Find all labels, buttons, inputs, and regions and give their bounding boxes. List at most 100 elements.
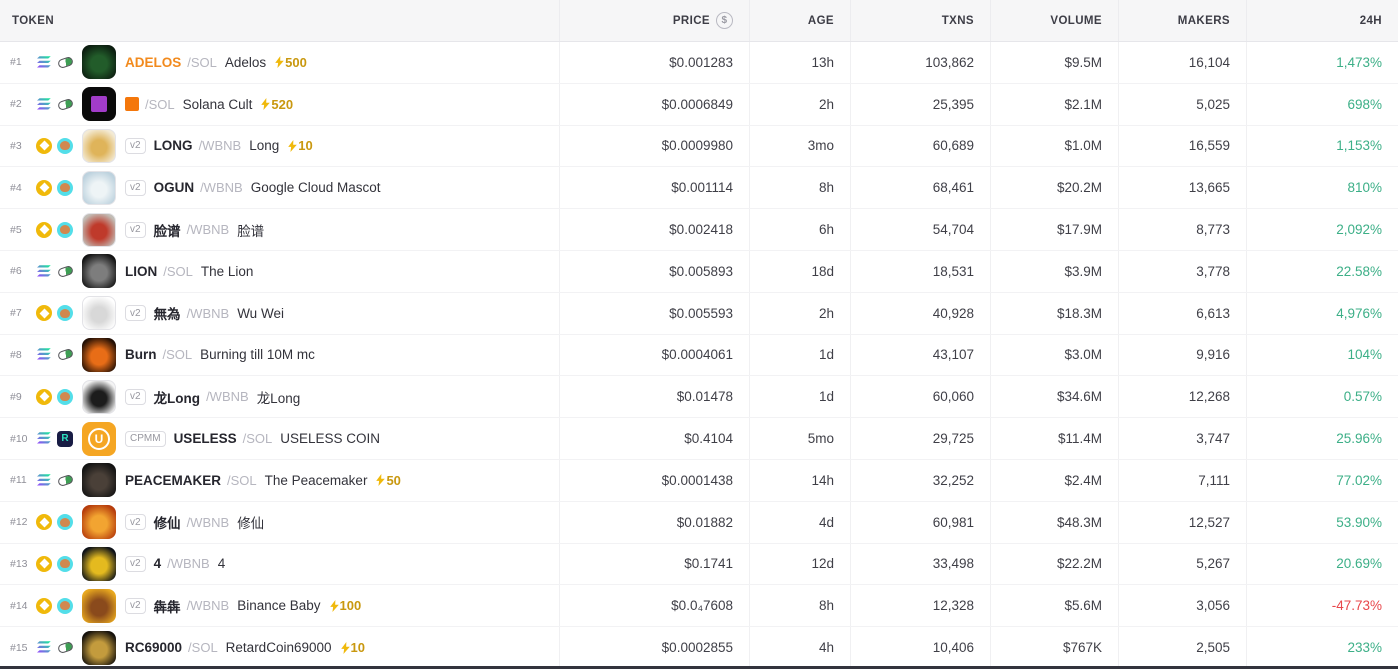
rank-label: #4: [10, 182, 36, 194]
quote-pair-label: /SOL: [163, 264, 193, 279]
header-age[interactable]: AGE: [749, 0, 850, 41]
quote-pair-label: /WBNB: [187, 598, 230, 613]
makers-cell: 16,559: [1118, 126, 1246, 167]
token-cell: #1 ADELOS /SOL Adelos 500: [0, 42, 559, 83]
token-symbol: 犇犇: [154, 596, 181, 616]
token-avatar: [82, 589, 116, 623]
age-cell: 8h: [749, 167, 850, 208]
header-token[interactable]: TOKEN: [0, 0, 559, 41]
token-row[interactable]: #15 RC69000 /SOL RetardCoin69000 10: [0, 627, 1398, 669]
solana-chain-icon: [36, 263, 52, 279]
price-cell: $0.4104: [559, 418, 749, 459]
header-token-label: TOKEN: [12, 15, 54, 27]
rank-label: #2: [10, 98, 36, 110]
pumpswap-dex-icon: [57, 263, 73, 279]
txns-cell: 29,725: [850, 418, 990, 459]
solana-chain-icon: [36, 640, 52, 656]
token-row[interactable]: #2 /SOL Solana Cult 520: [0, 84, 1398, 126]
token-cell: #7 v2 無為 /WBNB Wu Wei: [0, 293, 559, 334]
change-24h-cell: 0.57%: [1246, 376, 1398, 417]
header-volume[interactable]: VOLUME: [990, 0, 1118, 41]
boost-amount: 520: [271, 97, 293, 112]
header-24h-label: 24H: [1360, 15, 1382, 27]
makers-cell: 12,268: [1118, 376, 1246, 417]
pool-version-badge: v2: [125, 222, 146, 238]
age-cell: 3mo: [749, 126, 850, 167]
header-makers[interactable]: MAKERS: [1118, 0, 1246, 41]
header-24h[interactable]: 24H: [1246, 0, 1398, 41]
age-cell: 2h: [749, 293, 850, 334]
token-row[interactable]: #11 PEACEMAKER /SOL The Peacemaker 50: [0, 460, 1398, 502]
change-24h-cell: -47.73%: [1246, 585, 1398, 626]
token-row[interactable]: #6 LION /SOL The Lion $0.005893 18d 18: [0, 251, 1398, 293]
change-24h-cell: 698%: [1246, 84, 1398, 125]
header-price[interactable]: PRICE$: [559, 0, 749, 41]
token-avatar: [82, 547, 116, 581]
token-row[interactable]: #1 ADELOS /SOL Adelos 500: [0, 42, 1398, 84]
bnb-chain-icon: [36, 514, 52, 530]
token-row[interactable]: #5 v2 脸谱 /WBNB 脸谱 $0.002418 6h 54,704 $1…: [0, 209, 1398, 251]
change-24h-cell: 1,473%: [1246, 42, 1398, 83]
bnb-chain-icon: [36, 598, 52, 614]
quote-pair-label: /WBNB: [187, 515, 230, 530]
token-row[interactable]: #8 Burn /SOL Burning till 10M mc $0.0004…: [0, 335, 1398, 377]
boost-amount: 50: [386, 473, 400, 488]
price-cell: $0.0001438: [559, 460, 749, 501]
token-row[interactable]: #4 v2 OGUN /WBNB Google Cloud Mascot $0.…: [0, 167, 1398, 209]
token-row[interactable]: #3 v2 LONG /WBNB Long 10 $0.0009980 3mo …: [0, 126, 1398, 168]
token-symbol: 脸谱: [154, 220, 181, 240]
txns-cell: 60,981: [850, 502, 990, 543]
token-name: Adelos: [225, 55, 266, 70]
header-txns[interactable]: TXNS: [850, 0, 990, 41]
quote-pair-label: /SOL: [188, 640, 218, 655]
pancakeswap-dex-icon: [57, 556, 73, 572]
price-cell: $0.0₄7608: [559, 585, 749, 626]
token-cell: #3 v2 LONG /WBNB Long 10: [0, 126, 559, 167]
lightning-bolt-icon: [330, 600, 339, 612]
rank-label: #5: [10, 224, 36, 236]
token-name: 龙Long: [257, 387, 301, 407]
bnb-chain-icon: [36, 556, 52, 572]
volume-cell: $3.0M: [990, 335, 1118, 376]
price-cell: $0.1741: [559, 544, 749, 585]
header-price-label: PRICE: [673, 15, 710, 27]
age-cell: 4d: [749, 502, 850, 543]
token-row[interactable]: #12 v2 修仙 /WBNB 修仙 $0.01882 4d 60,981 $4…: [0, 502, 1398, 544]
token-row[interactable]: #9 v2 龙Long /WBNB 龙Long $0.01478 1d 60,0…: [0, 376, 1398, 418]
token-cell: #14 v2 犇犇 /WBNB Binance Baby 100: [0, 585, 559, 626]
quote-pair-label: /SOL: [187, 55, 217, 70]
token-symbol: RC69000: [125, 640, 182, 655]
quote-pair-label: /SOL: [145, 97, 175, 112]
makers-cell: 3,056: [1118, 585, 1246, 626]
makers-cell: 3,747: [1118, 418, 1246, 459]
token-avatar: [82, 463, 116, 497]
token-row[interactable]: #10 R CPMM USELESS /SOL USELESS COIN $0.…: [0, 418, 1398, 460]
pancakeswap-dex-icon: [57, 305, 73, 321]
token-avatar: [82, 631, 116, 665]
token-row[interactable]: #7 v2 無為 /WBNB Wu Wei $0.005593 2h 40,92…: [0, 293, 1398, 335]
lightning-bolt-icon: [275, 56, 284, 68]
quote-pair-label: /WBNB: [199, 138, 242, 153]
volume-cell: $20.2M: [990, 167, 1118, 208]
price-cell: $0.005593: [559, 293, 749, 334]
token-symbol: 修仙: [154, 512, 181, 532]
pancakeswap-dex-icon: [57, 138, 73, 154]
pumpswap-dex-icon: [57, 54, 73, 70]
token-name: Burning till 10M mc: [200, 347, 315, 362]
token-symbol: USELESS: [174, 431, 237, 446]
pumpswap-dex-icon: [57, 347, 73, 363]
token-name: 修仙: [237, 512, 264, 532]
price-cell: $0.0002855: [559, 627, 749, 668]
change-24h-cell: 25.96%: [1246, 418, 1398, 459]
quote-pair-label: /WBNB: [200, 180, 243, 195]
token-name: The Lion: [201, 264, 254, 279]
token-table: TOKEN PRICE$ AGE TXNS VOLUME MAKERS 24H …: [0, 0, 1398, 669]
token-row[interactable]: #14 v2 犇犇 /WBNB Binance Baby 100 $0.0₄76…: [0, 585, 1398, 627]
change-24h-cell: 20.69%: [1246, 544, 1398, 585]
age-cell: 12d: [749, 544, 850, 585]
token-cell: #15 RC69000 /SOL RetardCoin69000 10: [0, 627, 559, 668]
token-cell: #6 LION /SOL The Lion: [0, 251, 559, 292]
token-row[interactable]: #13 v2 4 /WBNB 4 $0.1741 12d 33,498 $22.…: [0, 544, 1398, 586]
change-24h-cell: 77.02%: [1246, 460, 1398, 501]
volume-cell: $1.0M: [990, 126, 1118, 167]
